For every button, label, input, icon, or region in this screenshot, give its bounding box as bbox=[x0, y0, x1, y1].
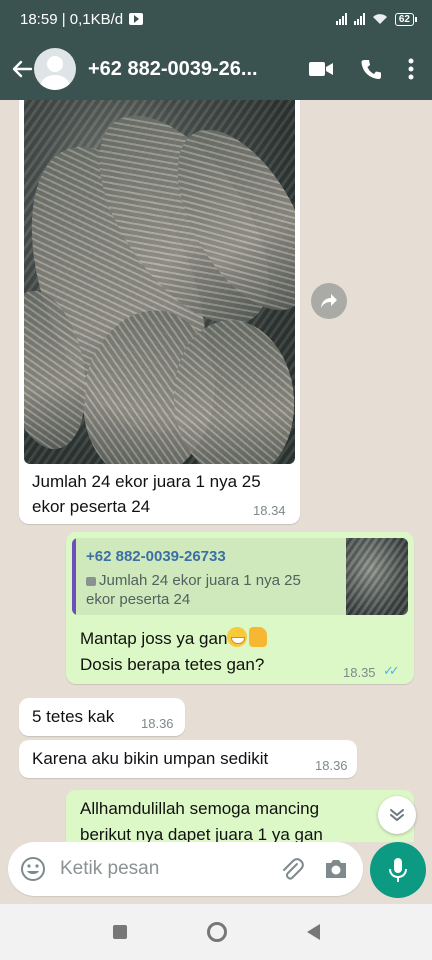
nav-back-icon[interactable] bbox=[306, 924, 320, 940]
photo-icon bbox=[86, 577, 96, 586]
camera-icon[interactable] bbox=[323, 857, 349, 881]
status-bar: 18:59 | 0,1KB/d 62 bbox=[0, 0, 432, 38]
message-caption-line1: Jumlah 24 ekor juara 1 nya 25 bbox=[32, 472, 261, 491]
message-time: 18.35 bbox=[343, 665, 376, 680]
forward-button[interactable] bbox=[311, 283, 347, 319]
message-time: 18.36 bbox=[141, 716, 174, 731]
wifi-icon bbox=[372, 14, 387, 24]
message-composer[interactable]: Ketik pesan bbox=[8, 842, 363, 896]
quoted-message[interactable]: +62 882-0039-26733 Jumlah 24 ekor juara … bbox=[72, 538, 408, 615]
message-caption-line2: ekor peserta 24 bbox=[32, 497, 151, 516]
message-text-line1: Mantap joss ya gan bbox=[80, 629, 228, 648]
quoted-thumbnail bbox=[346, 538, 408, 615]
message-time: 18.36 bbox=[315, 758, 348, 773]
system-nav-bar bbox=[0, 904, 432, 960]
scroll-down-button[interactable] bbox=[378, 796, 416, 834]
message-time: 18.34 bbox=[253, 503, 286, 518]
emoji-icon[interactable] bbox=[20, 856, 46, 882]
quoted-text-line1: Jumlah 24 ekor juara 1 nya 25 bbox=[99, 572, 301, 589]
chat-area[interactable]: Jumlah 24 ekor juara 1 nya 25 ekor peser… bbox=[0, 100, 432, 842]
double-check-icon: ✓✓ bbox=[383, 663, 400, 678]
scroll-down-icon bbox=[390, 809, 404, 821]
message-text: 5 tetes kak bbox=[32, 707, 115, 726]
message-text-line2: Dosis berapa tetes gan? bbox=[80, 655, 265, 674]
attach-icon[interactable] bbox=[279, 856, 305, 882]
message-text-line1: Allhamdulillah semoga mancing bbox=[80, 799, 320, 818]
status-time: 18:59 | 0,1KB/d bbox=[20, 10, 124, 28]
voice-record-button[interactable] bbox=[370, 842, 426, 898]
phone-icon[interactable] bbox=[360, 58, 382, 80]
quoted-text-line2: ekor peserta 24 bbox=[86, 591, 191, 608]
mic-icon bbox=[389, 858, 407, 882]
fish-photo[interactable] bbox=[24, 100, 295, 464]
avatar[interactable] bbox=[34, 48, 76, 90]
signal-icon-2 bbox=[353, 13, 365, 25]
quoted-sender: +62 882-0039-26733 bbox=[86, 548, 226, 565]
contact-name[interactable]: +62 882-0039-26... bbox=[88, 58, 268, 81]
youtube-notification-icon bbox=[129, 13, 144, 25]
battery-icon: 62 bbox=[394, 12, 418, 26]
chat-header: +62 882-0039-26... bbox=[0, 38, 432, 100]
message-text-line2: berikut nya dapet juara 1 ya gan bbox=[80, 825, 323, 842]
forward-icon bbox=[321, 294, 337, 308]
nav-home-icon[interactable] bbox=[206, 922, 227, 942]
more-vert-icon[interactable] bbox=[408, 58, 414, 80]
signal-icon bbox=[335, 13, 347, 25]
message-input[interactable]: Ketik pesan bbox=[60, 858, 159, 880]
message-text: Karena aku bikin umpan sedikit bbox=[32, 749, 269, 768]
grin-emoji-icon bbox=[227, 627, 248, 647]
nav-recent-icon[interactable] bbox=[112, 925, 127, 939]
back-arrow-icon bbox=[12, 60, 33, 78]
video-call-icon[interactable] bbox=[308, 60, 334, 78]
thumbs-up-emoji-icon bbox=[249, 627, 268, 647]
